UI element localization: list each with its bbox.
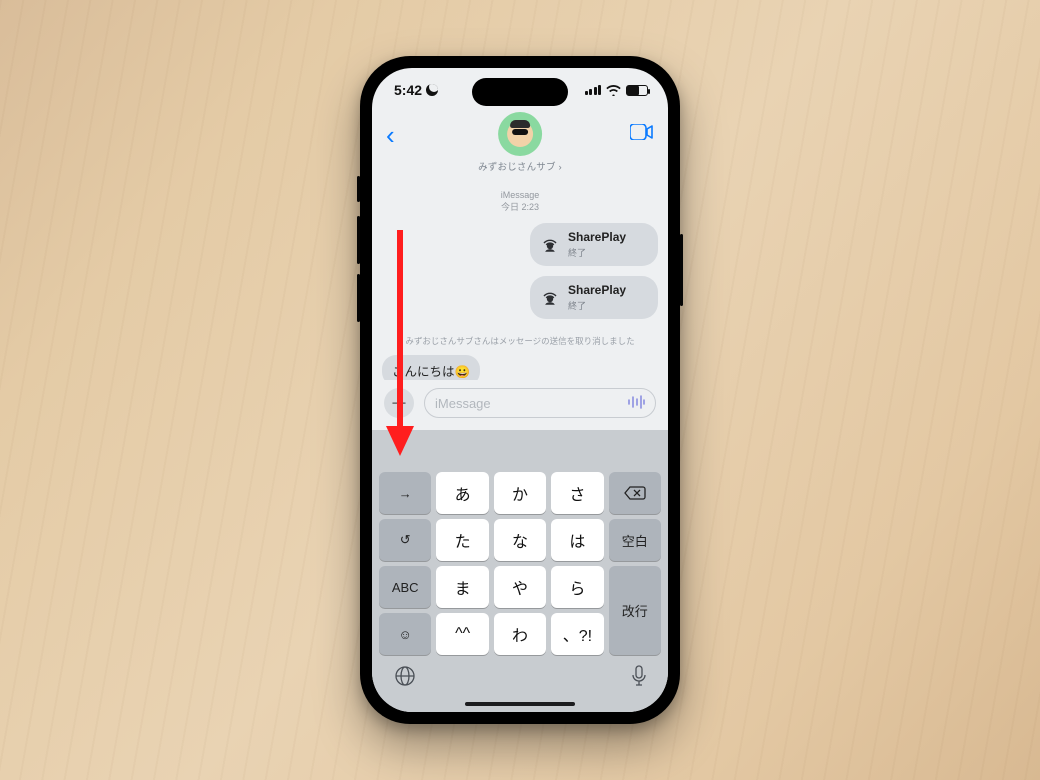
message-input[interactable]: iMessage <box>424 388 656 418</box>
unsend-system-message: みずおじさんサブさんはメッセージの送信を取り消しました <box>382 335 658 347</box>
key-emoji[interactable]: ☺ <box>379 613 431 655</box>
back-button[interactable]: ‹ <box>386 122 395 148</box>
contact-button[interactable]: みずおじさんサブ › <box>478 112 562 173</box>
shareplay-icon <box>540 288 560 308</box>
message-placeholder: iMessage <box>435 396 491 411</box>
messages-scroll[interactable]: iMessage 今日 2:23 SharePlay終了 SharePlay終了… <box>372 190 668 380</box>
globe-icon <box>394 665 416 687</box>
apps-plus-button[interactable]: ＋ <box>384 388 414 418</box>
key-next-candidate[interactable]: → <box>379 472 431 514</box>
contact-avatar <box>498 112 542 156</box>
key-backspace[interactable] <box>609 472 661 514</box>
focus-moon-icon <box>426 84 438 96</box>
wifi-icon <box>606 85 621 96</box>
key-space[interactable]: 空白 <box>609 519 661 561</box>
globe-button[interactable] <box>394 665 416 692</box>
thread-meta: iMessage 今日 2:23 <box>382 190 658 213</box>
mic-icon <box>632 665 646 687</box>
key-return[interactable]: 改行 <box>609 566 661 655</box>
screen: 5:42 ‹ みずおじさんサブ › iMessage 今 <box>372 68 668 712</box>
incoming-message[interactable]: こんにちは😀 <box>382 355 480 380</box>
compose-bar: ＋ iMessage <box>372 380 668 430</box>
key-undo[interactable]: ↺ <box>379 519 431 561</box>
iphone-frame: 5:42 ‹ みずおじさんサブ › iMessage 今 <box>360 56 680 724</box>
key-sa[interactable]: さ <box>551 472 603 514</box>
key-ma[interactable]: ま <box>436 566 488 608</box>
candidate-bar[interactable] <box>376 436 664 472</box>
messages-header: ‹ みずおじさんサブ › <box>372 112 668 190</box>
key-ka[interactable]: か <box>494 472 546 514</box>
battery-icon <box>626 85 648 96</box>
audio-message-icon[interactable] <box>627 395 645 412</box>
key-grid: → あ か さ ↺ た な は 空白 ABC ま や ら 改行 ☺ ^^ わ <box>376 472 664 655</box>
key-ra[interactable]: ら <box>551 566 603 608</box>
facetime-button[interactable] <box>630 124 654 145</box>
key-ta[interactable]: た <box>436 519 488 561</box>
cellular-icon <box>585 85 602 95</box>
contact-name: みずおじさんサブ › <box>478 159 562 173</box>
clock: 5:42 <box>394 82 422 98</box>
dictation-button[interactable] <box>632 665 646 692</box>
key-wa[interactable]: わ <box>494 613 546 655</box>
dynamic-island <box>472 78 568 106</box>
backspace-icon <box>624 486 646 500</box>
shareplay-bubble[interactable]: SharePlay終了 <box>530 223 658 266</box>
key-ya[interactable]: や <box>494 566 546 608</box>
keyboard: → あ か さ ↺ た な は 空白 ABC ま や ら 改行 ☺ ^^ わ <box>372 430 668 712</box>
key-abc[interactable]: ABC <box>379 566 431 608</box>
key-punct[interactable]: 、?! <box>551 613 603 655</box>
shareplay-icon <box>540 235 560 255</box>
key-na[interactable]: な <box>494 519 546 561</box>
key-a[interactable]: あ <box>436 472 488 514</box>
key-ha[interactable]: は <box>551 519 603 561</box>
shareplay-bubble[interactable]: SharePlay終了 <box>530 276 658 319</box>
key-kaomoji[interactable]: ^^ <box>436 613 488 655</box>
home-indicator[interactable] <box>465 702 575 706</box>
